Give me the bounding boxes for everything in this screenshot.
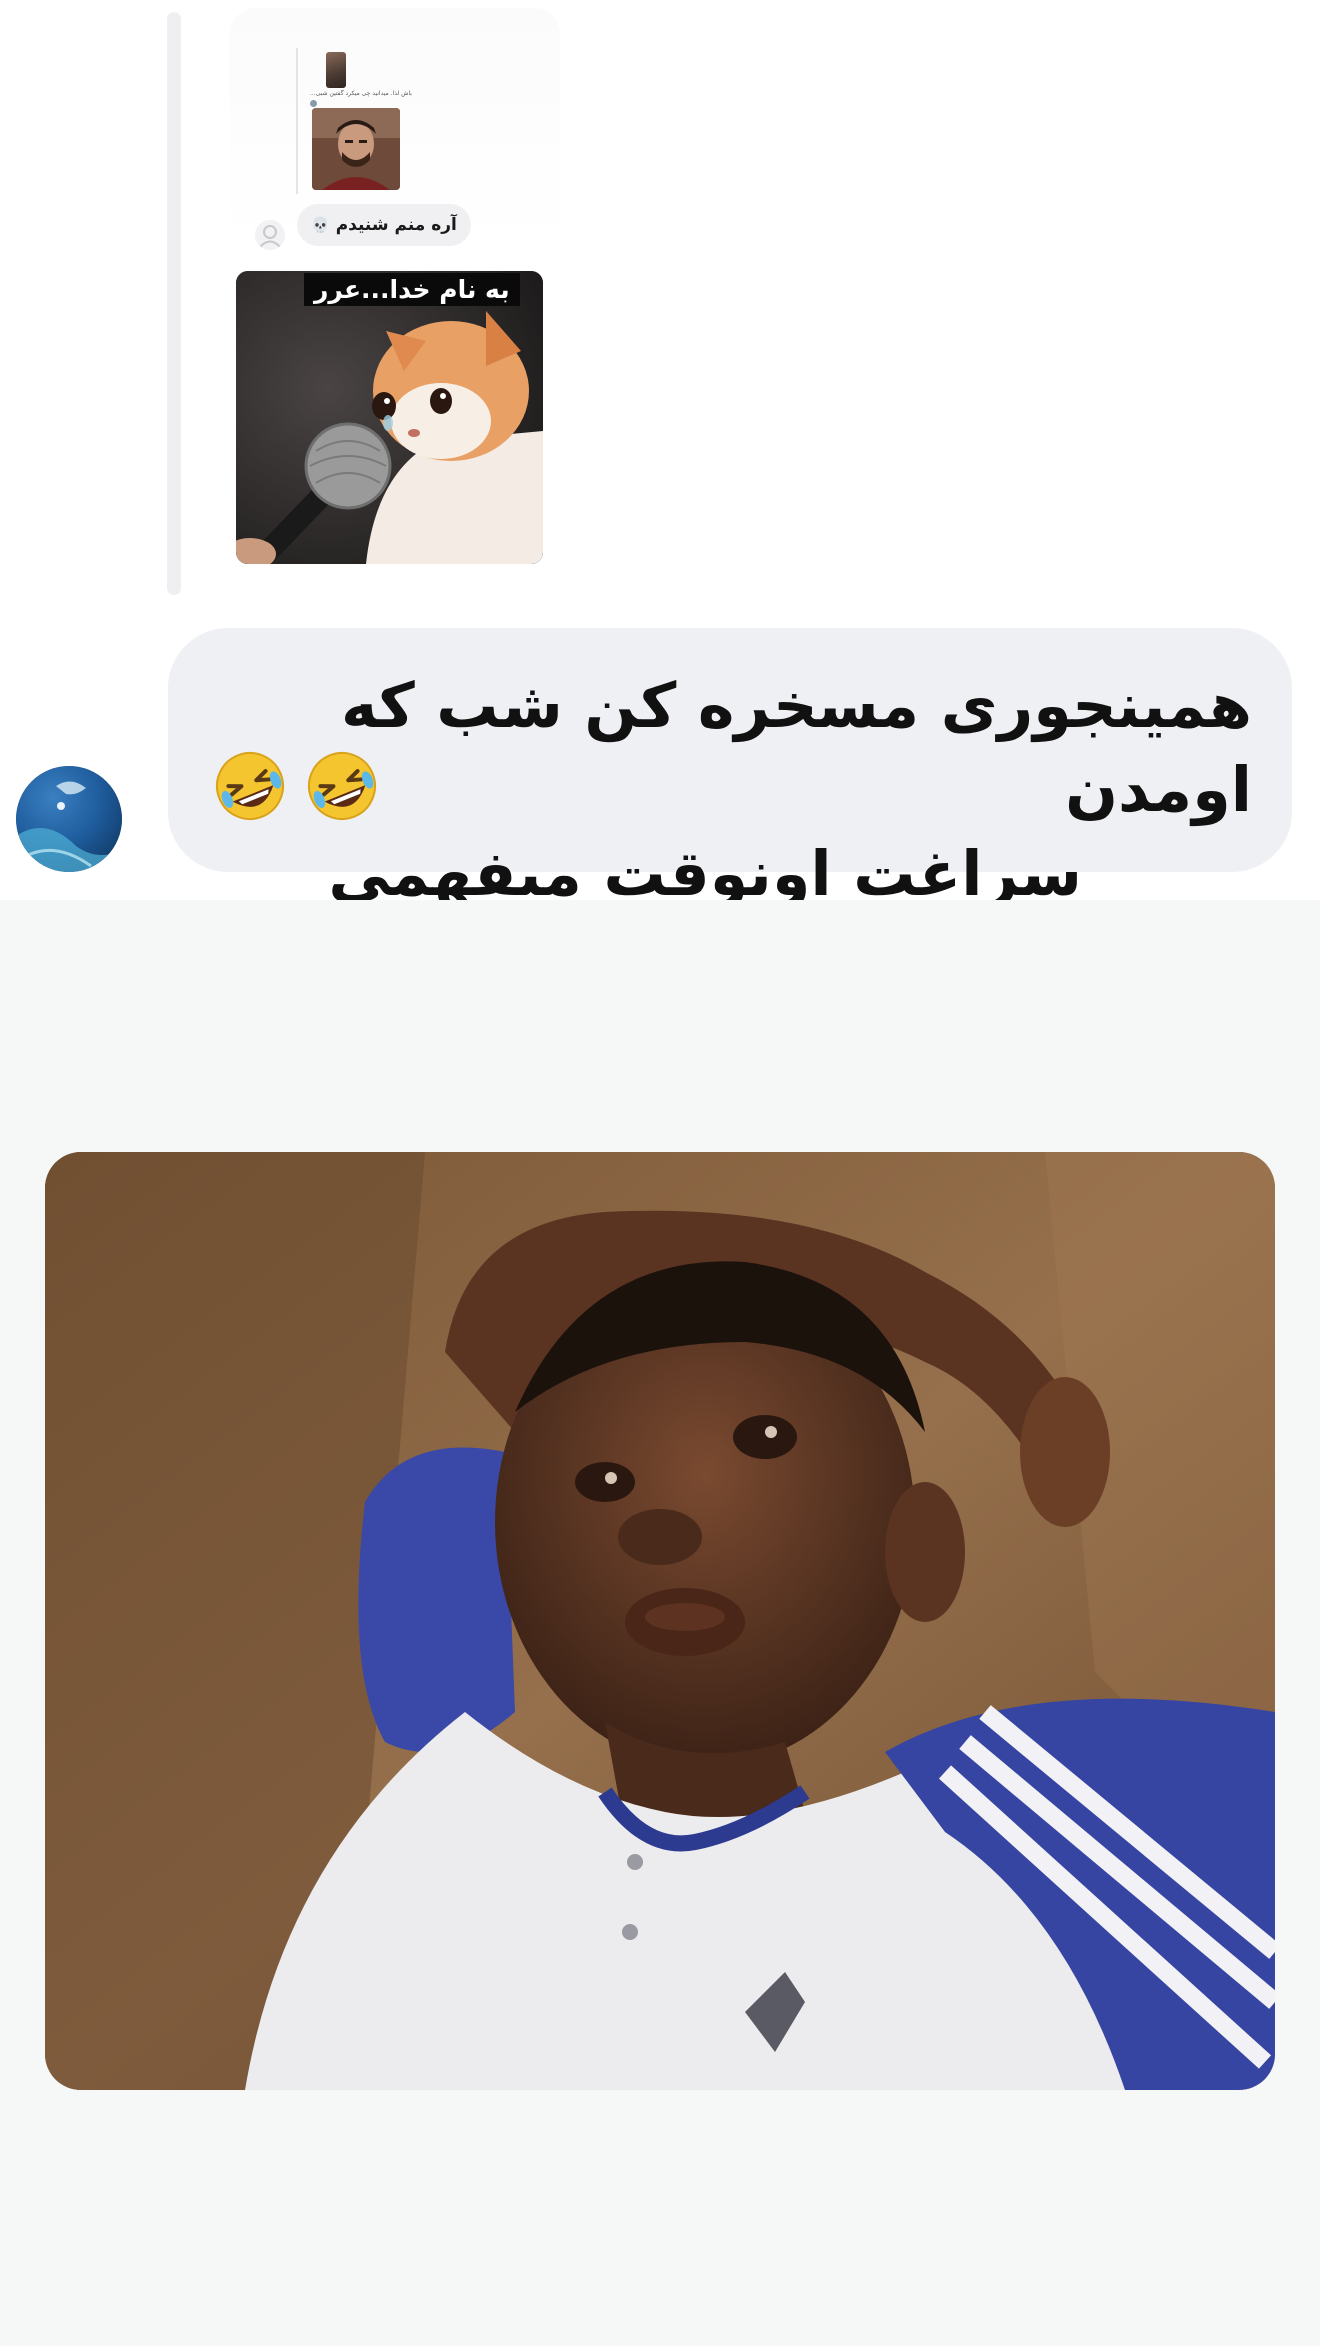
- shared-post-preview[interactable]: باش لذا. میدانید چی میکرد گفتین شبی...: [296, 48, 412, 194]
- sticker-caption: به نام خدا...عرر: [304, 273, 520, 306]
- sticker-image: [236, 271, 543, 564]
- sender-avatar[interactable]: [16, 766, 122, 872]
- message-line-1: همینجوری مسخره کن شب که اومدن: [340, 669, 1252, 826]
- reply-text: آره منم شنیدم: [335, 215, 457, 235]
- shared-post-caption: باش لذا. میدانید چی میکرد گفتین شبی...: [310, 90, 412, 97]
- gif-media[interactable]: [45, 1152, 1275, 2090]
- message-bubble[interactable]: همینجوری مسخره کن شب که اومدن سراغت اونو…: [168, 628, 1292, 910]
- man-portrait-image: [312, 108, 400, 190]
- shared-post-thumbnail: [326, 52, 346, 88]
- sender-avatar-image: [16, 766, 122, 872]
- boy-reaction-gif: [45, 1152, 1275, 2090]
- chat-screen: باش لذا. میدانید چی میکرد گفتین شبی... آ…: [0, 0, 1320, 2346]
- cat-microphone-sticker[interactable]: به نام خدا...عرر: [236, 271, 543, 564]
- reply-bubble[interactable]: آره منم شنیدم 💀: [297, 204, 471, 246]
- shared-post-image: [312, 108, 400, 190]
- rofl-icon: [216, 752, 284, 820]
- reply-user-avatar[interactable]: [255, 220, 285, 250]
- thread-line: [167, 12, 181, 595]
- skull-icon: 💀: [311, 215, 330, 234]
- shared-post-avatar: [310, 100, 317, 107]
- rofl-icon: [308, 752, 376, 820]
- default-avatar-icon: [255, 220, 285, 250]
- conversation-area: باش لذا. میدانید چی میکرد گفتین شبی... آ…: [0, 0, 1320, 910]
